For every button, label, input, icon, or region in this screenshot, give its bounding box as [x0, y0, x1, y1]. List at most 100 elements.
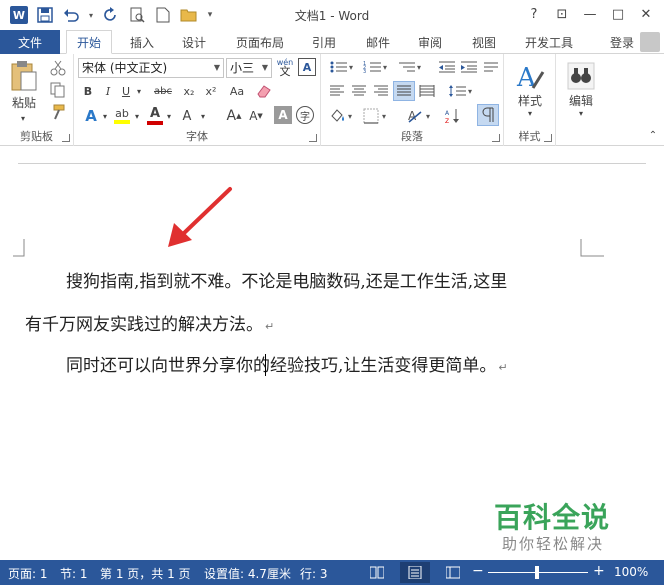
tab-file[interactable]: 文件 [0, 30, 60, 54]
font-size-combo[interactable]: 小三 ▼ [226, 58, 272, 78]
subscript-button[interactable]: x₂ [180, 82, 198, 100]
justify-icon[interactable] [393, 81, 415, 101]
character-border-icon[interactable]: A [298, 58, 316, 76]
editing-button[interactable]: 编辑 ▾ [560, 58, 602, 122]
avatar[interactable] [640, 32, 660, 52]
paragraph-2: 同时还可以向世界分享你的经验技巧,让生活变得更简单。 ↵ [66, 351, 508, 376]
paragraph-1-line-2-text: 有千万网友实践过的解决方法。 [25, 315, 263, 335]
paragraph-1-line-2: 有千万网友实践过的解决方法。 ↵ [25, 310, 274, 335]
font-color-a-dropdown-icon[interactable]: ▾ [198, 106, 208, 126]
clipboard-group: 粘贴 ▾ 剪贴板 [0, 54, 74, 146]
bold-button[interactable]: B [80, 82, 96, 100]
grow-font-icon[interactable]: A ▲ [224, 106, 244, 126]
tab-home[interactable]: 开始 [66, 30, 112, 54]
paragraph-1-line-1: 搜狗指南,指到就不难。不论是电脑数码,还是工作生活,这里 [66, 267, 507, 292]
minimize-button[interactable]: — [578, 4, 602, 24]
sort-icon[interactable]: AZ [443, 106, 463, 126]
font-launcher-icon[interactable] [309, 134, 317, 142]
text-cursor [265, 354, 266, 376]
zoom-level[interactable]: 100% [614, 565, 648, 579]
highlight-color-icon[interactable]: ab [112, 104, 132, 126]
svg-text:▾: ▾ [348, 112, 352, 121]
increase-indent-icon[interactable] [459, 58, 479, 76]
clipboard-launcher-icon[interactable] [62, 134, 70, 142]
svg-text:▾: ▾ [383, 63, 387, 72]
styles-button[interactable]: A 样式 ▾ [508, 58, 552, 122]
change-case-dropdown-icon[interactable] [240, 82, 250, 100]
tab-review[interactable]: 审阅 [408, 30, 452, 54]
shading-icon[interactable]: ▾ [327, 106, 357, 126]
tab-page-layout[interactable]: 页面布局 [228, 30, 292, 54]
character-shading-icon[interactable]: A [274, 106, 292, 124]
cut-icon[interactable] [48, 58, 68, 78]
decrease-indent-icon[interactable] [437, 58, 457, 76]
status-page[interactable]: 页面: 1 [8, 565, 48, 582]
copy-icon[interactable] [48, 80, 68, 100]
paste-button[interactable]: 粘贴 [6, 58, 42, 112]
tab-design[interactable]: 设计 [172, 30, 216, 54]
phonetic-guide-button[interactable]: wén 文 [275, 56, 295, 78]
crop-mark-top-right [580, 239, 604, 257]
zoom-slider-thumb[interactable] [535, 566, 539, 579]
zoom-out-button[interactable]: − [472, 563, 484, 579]
zoom-in-button[interactable]: + [593, 563, 605, 579]
chinese-layout-icon[interactable] [481, 58, 501, 76]
svg-text:▾: ▾ [417, 63, 421, 72]
paragraph-launcher-icon[interactable] [492, 134, 500, 142]
help-button[interactable]: ? [522, 4, 546, 24]
font-color-icon[interactable]: A [146, 104, 164, 126]
borders-icon[interactable]: ▾ [361, 106, 391, 126]
clear-formatting-icon[interactable] [254, 82, 274, 100]
text-effects-dropdown-icon[interactable]: ▾ [100, 106, 110, 126]
shrink-font-icon[interactable]: A ▼ [246, 106, 266, 126]
line-spacing-icon[interactable]: ▾ [447, 82, 475, 100]
italic-button[interactable]: I [100, 82, 116, 100]
font-color-a-icon[interactable]: A [176, 106, 198, 126]
font-name-combo[interactable]: 宋体 (中文正文) ▼ [78, 58, 224, 78]
tab-developer[interactable]: 开发工具 [516, 30, 582, 54]
maximize-button[interactable]: □ [606, 4, 630, 24]
status-position[interactable]: 设置值: 4.7厘米 [204, 565, 291, 582]
distributed-icon[interactable] [417, 82, 437, 100]
svg-text:3: 3 [363, 69, 366, 74]
chevron-down-icon: ▼ [261, 63, 268, 72]
svg-text:Z: Z [445, 118, 449, 124]
superscript-button[interactable]: x² [202, 82, 220, 100]
paragraph-mark-icon: ↵ [498, 361, 508, 374]
text-effects-icon[interactable]: A [80, 106, 102, 126]
print-layout-button[interactable] [400, 562, 430, 583]
tab-mailings[interactable]: 邮件 [356, 30, 400, 54]
enclose-characters-icon[interactable]: 字 [296, 106, 314, 124]
underline-button[interactable]: U [118, 82, 134, 100]
paste-dropdown-icon[interactable]: ▾ [8, 114, 38, 123]
multilevel-list-icon[interactable]: ▾ [395, 58, 425, 76]
tab-references[interactable]: 引用 [302, 30, 346, 54]
status-section[interactable]: 节: 1 [60, 565, 88, 582]
read-mode-icon[interactable] [370, 566, 384, 579]
strikethrough-button[interactable]: abc [150, 82, 176, 100]
styles-group: A 样式 ▾ 样式 [504, 54, 556, 146]
styles-icon: A [516, 63, 545, 92]
close-button[interactable]: ✕ [634, 4, 658, 24]
ribbon-display-options-button[interactable]: ⊡ [550, 4, 574, 24]
align-right-icon[interactable] [371, 82, 391, 100]
highlight-dropdown-icon[interactable]: ▾ [132, 106, 142, 126]
status-line[interactable]: 行: 3 [300, 565, 328, 582]
status-page-count[interactable]: 第 1 页，共 1 页 [100, 565, 191, 582]
numbering-icon[interactable]: 1 2 3 ▾ [361, 58, 391, 76]
align-center-icon[interactable] [349, 82, 369, 100]
align-left-icon[interactable] [327, 82, 347, 100]
show-formatting-marks-icon[interactable] [477, 104, 499, 126]
format-painter-icon[interactable] [48, 102, 68, 122]
font-color-dropdown-icon[interactable]: ▾ [164, 106, 174, 126]
styles-launcher-icon[interactable] [544, 134, 552, 142]
bullets-icon[interactable]: ▾ [327, 58, 357, 76]
underline-dropdown-icon[interactable]: ▾ [134, 82, 144, 100]
window-controls: ? ⊡ — □ ✕ [522, 4, 658, 24]
sign-in-link[interactable]: 登录 [610, 34, 634, 51]
tab-view[interactable]: 视图 [462, 30, 506, 54]
collapse-ribbon-icon[interactable]: ⌃ [646, 128, 660, 142]
web-layout-icon[interactable] [446, 566, 460, 579]
asian-typography-icon[interactable]: A ▾ [405, 106, 435, 126]
tab-insert[interactable]: 插入 [120, 30, 164, 54]
